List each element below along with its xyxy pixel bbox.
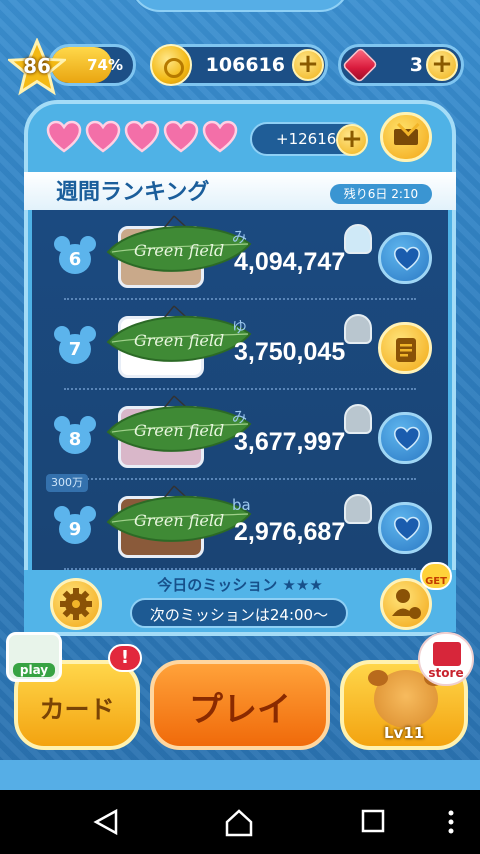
heart-icon xyxy=(163,120,199,154)
ranking-list[interactable]: 6 Green field み 4,094,747 7 Green field ゆ 3,750… xyxy=(32,210,448,570)
ranking-title: 週間ランキング xyxy=(56,180,210,205)
rank-badge: 6 xyxy=(54,236,96,276)
document-button[interactable] xyxy=(378,322,432,374)
ranking-row[interactable]: 6 Green field み 4,094,747 xyxy=(32,210,448,300)
heart-icon xyxy=(393,516,421,541)
leaf-text: Green field xyxy=(134,331,224,350)
leaf-overlay-icon: Green field xyxy=(106,395,252,452)
tsum-level: Lv11 xyxy=(384,724,425,742)
game-screen: 74% 86 106616 + 3 + +12616 + 週間ランキング 残り6… xyxy=(0,0,480,790)
home-icon[interactable] xyxy=(224,808,254,838)
ranking-remaining: 残り6日 2:10 xyxy=(330,184,432,204)
navigation-bar xyxy=(0,790,480,854)
send-heart-button[interactable] xyxy=(378,502,432,554)
hearts xyxy=(46,120,238,154)
ranking-row[interactable]: 9 Green field ba 2,976,687 xyxy=(32,480,448,570)
exp-percent: 74% xyxy=(87,56,123,74)
player-name: ba xyxy=(232,496,251,514)
gem-count: 3 xyxy=(409,54,423,76)
leaf-overlay-icon: Green field xyxy=(106,485,252,542)
card-button-label: カード xyxy=(39,695,115,724)
ghost-icon xyxy=(344,224,372,254)
player-level: 86 xyxy=(23,54,51,78)
ghost-icon xyxy=(344,314,372,344)
leaf-text: Green field xyxy=(134,241,224,260)
leaf-text: Green field xyxy=(134,511,224,530)
store-button[interactable]: store xyxy=(418,632,474,686)
gear-icon xyxy=(60,588,92,620)
rank-number: 9 xyxy=(59,514,91,544)
ranking-row[interactable]: 7 Green field ゆ 3,750,045 xyxy=(32,300,448,390)
send-heart-button[interactable] xyxy=(378,412,432,464)
person-icon xyxy=(392,589,421,619)
bottom-decoration xyxy=(0,760,480,790)
leaf-overlay-icon: Green field xyxy=(106,215,252,272)
play-button-label: プレイ xyxy=(189,690,291,730)
score-marker: 300万 xyxy=(46,474,88,492)
rank-badge: 7 xyxy=(54,326,96,366)
player-name: み xyxy=(232,228,248,246)
player-score: 3,750,045 xyxy=(234,338,346,366)
add-bonus-button[interactable]: + xyxy=(336,124,368,156)
play-badge-label: play xyxy=(13,663,55,677)
recent-apps-icon[interactable] xyxy=(360,808,386,834)
play-badge[interactable]: play xyxy=(6,632,62,682)
ranking-row[interactable]: 8 Green field み 3,677,997 xyxy=(32,390,448,480)
player-score: 2,976,687 xyxy=(234,518,346,546)
mail-button[interactable] xyxy=(380,112,432,162)
player-name: ゆ xyxy=(232,318,248,336)
heart-icon xyxy=(46,120,82,154)
rank-badge: 9 xyxy=(54,506,96,546)
heart-icon xyxy=(85,120,121,154)
leaf-overlay-icon: Green field xyxy=(106,305,252,362)
rank-number: 6 xyxy=(59,244,91,274)
settings-button[interactable] xyxy=(50,578,102,630)
top-decoration xyxy=(130,0,350,12)
player-score: 4,094,747 xyxy=(234,248,346,276)
heart-icon xyxy=(393,426,421,451)
coin-icon xyxy=(150,44,192,86)
leaf-text: Green field xyxy=(134,421,224,440)
heart-icon xyxy=(393,246,421,271)
coin-count: 106616 xyxy=(205,54,285,76)
rank-badge: 8 xyxy=(54,416,96,456)
ghost-icon xyxy=(344,404,372,434)
gift-icon xyxy=(433,642,461,666)
add-coins-button[interactable]: + xyxy=(292,49,324,81)
get-badge: GET xyxy=(420,562,452,590)
rank-number: 8 xyxy=(59,424,91,454)
mission-next[interactable]: 次のミッションは24:00〜 xyxy=(130,598,348,628)
heart-icon xyxy=(124,120,160,154)
document-icon xyxy=(396,338,416,362)
player-name: み xyxy=(232,408,248,426)
play-button[interactable]: プレイ xyxy=(150,660,330,750)
add-gems-button[interactable]: + xyxy=(426,49,458,81)
alert-badge: ! xyxy=(108,644,142,672)
more-icon[interactable] xyxy=(446,808,456,836)
player-score: 3,677,997 xyxy=(234,428,346,456)
back-icon[interactable] xyxy=(92,808,120,836)
send-heart-button[interactable] xyxy=(378,232,432,284)
ghost-icon xyxy=(344,494,372,524)
rank-number: 7 xyxy=(59,334,91,364)
heart-icon xyxy=(202,120,238,154)
mission-title: 今日のミッション ★★★ xyxy=(157,576,323,594)
bonus-coins: +12616 xyxy=(276,130,337,148)
store-label: store xyxy=(428,666,464,680)
